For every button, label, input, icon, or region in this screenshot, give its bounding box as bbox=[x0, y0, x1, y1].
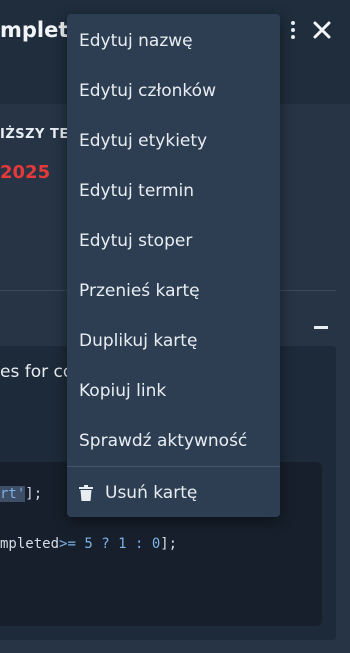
menu-item-label: Edytuj nazwę bbox=[79, 31, 193, 51]
menu-item-check-activity[interactable]: Sprawdź aktywność bbox=[67, 419, 280, 463]
menu-item-edit-due-date[interactable]: Edytuj termin bbox=[67, 169, 280, 213]
close-icon[interactable] bbox=[311, 19, 333, 41]
menu-item-delete-card[interactable]: Usuń kartę bbox=[67, 471, 280, 515]
code-number: 0 bbox=[151, 536, 161, 552]
menu-item-label: Edytuj termin bbox=[79, 181, 195, 201]
minus-icon[interactable] bbox=[314, 320, 328, 334]
code-number: 1 bbox=[118, 536, 127, 552]
card-title[interactable]: mplet bbox=[0, 18, 68, 42]
menu-item-label: Sprawdź aktywność bbox=[79, 431, 248, 451]
menu-item-label: Edytuj członków bbox=[79, 81, 216, 101]
menu-item-edit-labels[interactable]: Edytuj etykiety bbox=[67, 119, 280, 163]
code-text: ]; bbox=[160, 536, 178, 552]
menu-item-label: Edytuj stoper bbox=[79, 231, 193, 251]
menu-item-edit-members[interactable]: Edytuj członków bbox=[67, 69, 280, 113]
menu-item-edit-name[interactable]: Edytuj nazwę bbox=[67, 19, 280, 63]
menu-item-edit-timer[interactable]: Edytuj stoper bbox=[67, 219, 280, 263]
code-operator: : bbox=[134, 536, 144, 552]
menu-item-label: Usuń kartę bbox=[105, 483, 198, 503]
code-number: 5 bbox=[84, 536, 93, 552]
code-text: ]; bbox=[25, 486, 43, 502]
menu-item-label: Przenieś kartę bbox=[79, 281, 200, 301]
description-text: es for co bbox=[0, 362, 74, 382]
menu-item-duplicate-card[interactable]: Duplikuj kartę bbox=[67, 319, 280, 363]
card-actions-menu: Edytuj nazwę Edytuj członków Edytuj etyk… bbox=[67, 14, 280, 517]
code-operator: >= bbox=[59, 536, 76, 552]
menu-item-copy-link[interactable]: Kopiuj link bbox=[67, 369, 280, 413]
code-operator: ? bbox=[101, 536, 110, 552]
kebab-menu-icon[interactable] bbox=[286, 18, 300, 42]
code-text: mpleted bbox=[0, 536, 60, 552]
trash-icon bbox=[79, 485, 93, 501]
code-line-1: rt']; bbox=[0, 486, 42, 502]
menu-item-label: Kopiuj link bbox=[79, 381, 167, 401]
due-date-label: IŻSZY TE bbox=[0, 127, 69, 142]
menu-item-label: Edytuj etykiety bbox=[79, 131, 208, 151]
menu-item-move-card[interactable]: Przenieś kartę bbox=[67, 269, 280, 313]
menu-item-label: Duplikuj kartę bbox=[79, 331, 198, 351]
menu-divider bbox=[67, 466, 280, 467]
code-string-highlighted: rt' bbox=[0, 486, 26, 502]
due-date-value[interactable]: 2025 bbox=[0, 162, 50, 183]
code-line-2: mpleted>= 5 ? 1 : 0]; bbox=[0, 536, 177, 552]
